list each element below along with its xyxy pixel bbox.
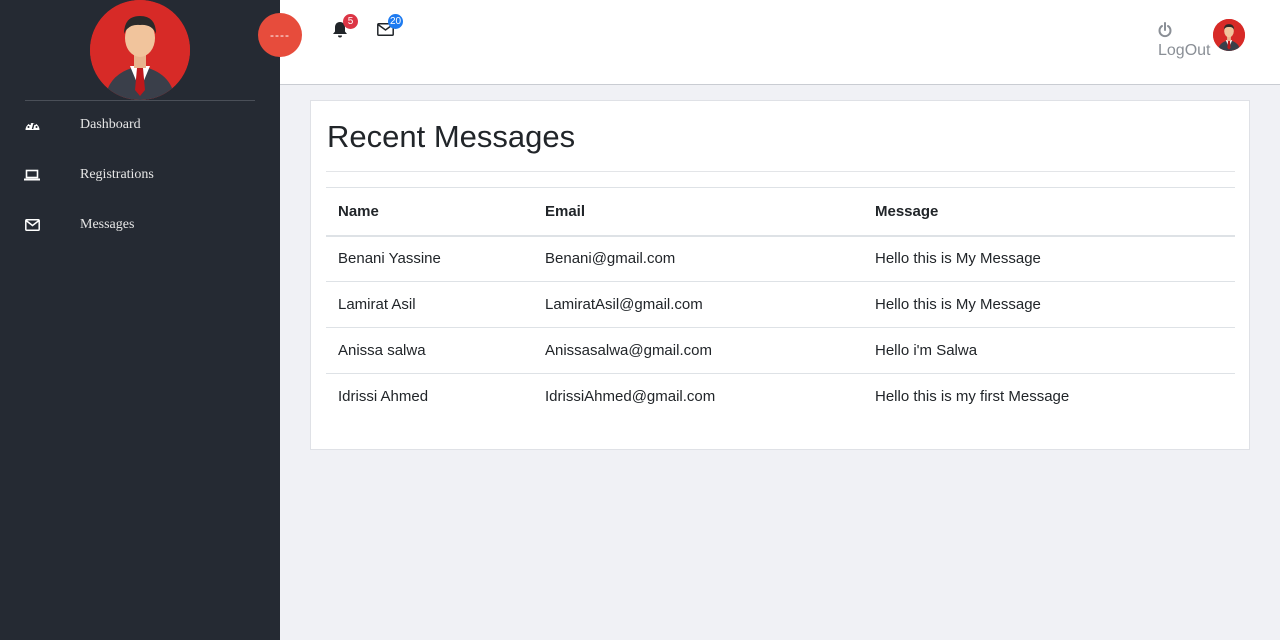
sidebar-item-label: Dashboard xyxy=(80,117,141,132)
recent-messages-card: Recent Messages Name Email Message Benan… xyxy=(310,100,1250,450)
column-header-message: Message xyxy=(863,187,1235,237)
sidebar-item-label: Registrations xyxy=(80,167,154,182)
cell-email: LamiratAsil@gmail.com xyxy=(533,281,863,328)
sidebar-divider xyxy=(25,100,255,101)
sidebar-item-registrations[interactable]: Registrations xyxy=(0,155,280,195)
messages-count-badge: 20 xyxy=(388,14,404,29)
cell-email: Anissasalwa@gmail.com xyxy=(533,327,863,374)
cell-name: Idrissi Ahmed xyxy=(338,388,429,406)
cell-message: Hello this is my first Message xyxy=(875,388,1070,406)
sidebar-item-dashboard[interactable]: Dashboard xyxy=(0,105,280,145)
sidebar-item-messages[interactable]: Messages xyxy=(0,205,280,245)
user-avatar[interactable] xyxy=(1213,19,1245,51)
messages-table: Name Email Message Benani Yassine Benani… xyxy=(326,187,1235,420)
page-title: Recent Messages xyxy=(327,119,576,154)
power-icon xyxy=(1158,22,1172,43)
table-header-row: Name Email Message xyxy=(326,187,1235,237)
laptop-icon xyxy=(24,168,40,182)
table-row: Benani Yassine Benani@gmail.com Hello th… xyxy=(326,235,1235,282)
logout-label: LogOut xyxy=(1158,42,1211,59)
top-header: ---- 5 20 LogOut xyxy=(258,0,1280,85)
inbox-button[interactable]: 20 xyxy=(377,14,404,40)
cell-name: Benani Yassine xyxy=(326,235,533,282)
envelope-icon xyxy=(24,218,40,232)
cell-email: IdrissiAhmed@gmail.com xyxy=(545,388,716,406)
dashboard-icon xyxy=(24,118,40,132)
sidebar-item-label: Messages xyxy=(80,217,135,232)
cell-name: Anissa salwa xyxy=(326,327,533,374)
cell-email: Benani@gmail.com xyxy=(533,235,863,282)
table-row: Idrissi Ahmed IdrissiAhmed@gmail.com Hel… xyxy=(326,374,1235,420)
notifications-count-badge: 5 xyxy=(343,14,358,29)
column-header-email: Email xyxy=(533,187,863,237)
cell-message: Hello i'm Salwa xyxy=(863,327,1235,374)
cell-message: Hello this is My Message xyxy=(863,235,1235,282)
column-header-name: Name xyxy=(326,187,533,237)
table-row: Lamirat Asil LamiratAsil@gmail.com Hello… xyxy=(326,281,1235,328)
user-avatar-large xyxy=(90,0,190,100)
table-row: Anissa salwa Anissasalwa@gmail.com Hello… xyxy=(326,327,1235,374)
title-divider xyxy=(326,171,1235,172)
notifications-button[interactable]: 5 xyxy=(332,14,358,40)
sidebar: Dashboard Registrations Messages xyxy=(0,0,280,640)
logout-button[interactable]: LogOut xyxy=(1158,22,1212,62)
cell-message: Hello this is My Message xyxy=(863,281,1235,328)
cell-name: Lamirat Asil xyxy=(326,281,533,328)
sidebar-toggle-button[interactable]: ---- xyxy=(258,13,302,57)
